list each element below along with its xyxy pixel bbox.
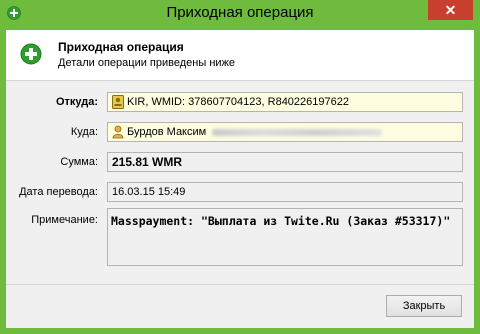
footer-divider [6,284,474,285]
header-title: Приходная операция [58,40,184,54]
header-subtitle: Детали операции приведены ниже [58,57,236,69]
close-button[interactable]: Закрыть [386,295,462,317]
amount-field: 215.81 WMR [107,152,463,172]
date-label: Дата перевода: [19,186,98,198]
user-icon [112,125,124,139]
from-field[interactable]: KIR, WMID: 378607704123, R840226197622 [107,92,463,112]
dialog-body: Приходная операция Детали операции приве… [6,30,474,328]
webmoney-passport-icon [112,95,124,110]
title-bar[interactable]: Приходная операция ✕ [0,0,480,26]
to-field[interactable]: Бурдов Максим [107,122,463,142]
amount-label: Сумма: [60,156,98,168]
window-close-button[interactable]: ✕ [428,0,473,20]
to-value: Бурдов Максим [127,126,207,138]
dialog-window: Приходная операция ✕ Приходная операция … [0,0,480,334]
date-field: 16.03.15 15:49 [107,182,463,202]
note-field[interactable]: Masspayment: "Выплата из Twite.Ru (Заказ… [107,208,463,266]
from-label: Откуда: [55,96,98,108]
from-value: KIR, WMID: 378607704123, R840226197622 [127,96,349,108]
to-label: Куда: [70,126,98,138]
window-title: Приходная операция [166,4,314,21]
plus-circle-icon [20,43,42,65]
note-label: Примечание: [31,214,98,226]
redacted-text [212,128,383,136]
dialog-header: Приходная операция Детали операции приве… [6,30,474,81]
